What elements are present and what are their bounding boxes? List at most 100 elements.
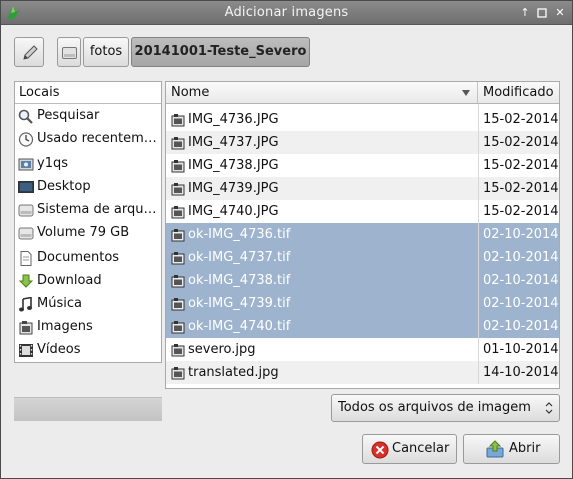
sidebar-item-label: Pesquisar bbox=[37, 108, 100, 123]
file-type-filter-select[interactable]: Todos os arquivos de imagem bbox=[331, 394, 560, 422]
home-folder-icon bbox=[18, 158, 34, 171]
file-modified-date: 15-02-2014 bbox=[483, 158, 559, 173]
file-name: translated.jpg bbox=[188, 365, 279, 380]
column-separator bbox=[478, 177, 479, 200]
table-row[interactable]: severo.jpg 01-10-2014 bbox=[166, 338, 559, 361]
window-title: Adicionar imagens bbox=[224, 5, 349, 20]
desktop-icon bbox=[18, 181, 34, 193]
column-separator bbox=[478, 131, 479, 154]
column-header-modified[interactable]: Modificado bbox=[478, 82, 559, 104]
keep-above-icon[interactable]: ↑ bbox=[519, 6, 531, 19]
updown-arrow-icon bbox=[545, 402, 553, 414]
video-icon bbox=[19, 344, 33, 357]
sidebar-item-imagens[interactable]: Imagens bbox=[15, 316, 161, 339]
table-row[interactable]: IMG_4738.JPG 15-02-2014 bbox=[166, 154, 559, 177]
file-modified-date: 15-02-2014 bbox=[483, 112, 559, 127]
sidebar-item-label: Vídeos bbox=[37, 342, 81, 357]
table-row[interactable]: IMG_4740.JPG 15-02-2014 bbox=[166, 200, 559, 223]
file-modified-date: 01-10-2014 bbox=[483, 342, 559, 357]
cancel-icon bbox=[371, 441, 389, 459]
sidebar-item-desktop[interactable]: Desktop bbox=[15, 176, 161, 199]
table-row[interactable]: IMG_4739.JPG 15-02-2014 bbox=[166, 177, 559, 200]
image-file-icon bbox=[171, 229, 185, 242]
file-modified-date: 15-02-2014 bbox=[483, 204, 559, 219]
image-icon bbox=[19, 321, 33, 335]
path-root-button[interactable] bbox=[57, 37, 81, 67]
image-file-icon bbox=[171, 321, 185, 334]
sidebar-item-label: Sistema de arqu… bbox=[37, 202, 157, 217]
path-segment-current[interactable]: 20141001-Teste_Severo bbox=[131, 37, 310, 67]
music-icon bbox=[19, 297, 32, 312]
sidebar-item-download[interactable]: Download bbox=[15, 270, 161, 293]
column-separator bbox=[478, 269, 479, 292]
document-icon bbox=[20, 251, 32, 266]
image-file-icon bbox=[171, 252, 185, 265]
open-icon bbox=[486, 440, 504, 458]
places-header[interactable]: Locais bbox=[15, 82, 161, 104]
sidebar-item-documentos[interactable]: Documentos bbox=[15, 247, 161, 270]
sidebar-item-recent[interactable]: Usado recentem… bbox=[15, 128, 161, 151]
pencil-icon bbox=[23, 45, 38, 60]
sidebar-item-pesquisar[interactable]: Pesquisar bbox=[15, 105, 161, 128]
download-icon bbox=[18, 274, 34, 288]
sidebar-item-volume[interactable]: Volume 79 GB bbox=[15, 222, 161, 245]
sidebar-item-label: Volume 79 GB bbox=[37, 225, 130, 240]
sidebar-item-label: Usado recentem… bbox=[37, 131, 157, 146]
harddisk-icon bbox=[18, 227, 34, 240]
table-row[interactable]: ok-IMG_4737.tif 02-10-2014 bbox=[166, 246, 559, 269]
table-row[interactable]: IMG_4736.JPG 15-02-2014 bbox=[166, 108, 559, 131]
image-file-icon bbox=[171, 298, 185, 311]
image-file-icon bbox=[171, 183, 185, 196]
sidebar-item-label: Desktop bbox=[37, 179, 91, 194]
maximize-icon[interactable] bbox=[536, 6, 548, 19]
edit-location-button[interactable] bbox=[14, 37, 44, 67]
open-label: Abrir bbox=[509, 441, 541, 456]
file-name: IMG_4736.JPG bbox=[188, 112, 279, 127]
column-separator bbox=[478, 108, 479, 131]
sidebar-item-videos[interactable]: Vídeos bbox=[15, 339, 161, 362]
file-name: IMG_4739.JPG bbox=[188, 181, 279, 196]
file-modified-date: 02-10-2014 bbox=[483, 296, 559, 311]
cancel-label: Cancelar bbox=[392, 441, 450, 456]
sidebar-item-label: Música bbox=[37, 296, 82, 311]
sidebar-item-home[interactable]: y1qs bbox=[15, 153, 161, 176]
image-file-icon bbox=[171, 275, 185, 288]
column-separator bbox=[478, 154, 479, 177]
sidebar-item-filesystem[interactable]: Sistema de arqu… bbox=[15, 199, 161, 222]
sidebar-item-label: y1qs bbox=[37, 156, 68, 171]
table-row[interactable]: IMG_4737.JPG 15-02-2014 bbox=[166, 131, 559, 154]
path-segment-fotos[interactable]: fotos bbox=[83, 37, 129, 67]
close-icon[interactable]: ✕ bbox=[554, 6, 566, 19]
column-separator bbox=[478, 223, 479, 246]
file-modified-date: 15-02-2014 bbox=[483, 135, 559, 150]
titlebar[interactable]: Adicionar imagens ↑ ✕ bbox=[1, 1, 572, 25]
column-separator bbox=[478, 246, 479, 269]
table-row[interactable]: ok-IMG_4739.tif 02-10-2014 bbox=[166, 292, 559, 315]
sort-descending-icon bbox=[462, 90, 470, 96]
cancel-button[interactable]: Cancelar bbox=[362, 434, 457, 464]
places-add-remove-bar[interactable] bbox=[14, 397, 162, 421]
open-button[interactable]: Abrir bbox=[463, 434, 560, 464]
column-separator bbox=[478, 361, 479, 384]
column-name-label: Nome bbox=[171, 85, 210, 100]
file-name: ok-IMG_4739.tif bbox=[188, 296, 291, 311]
column-separator bbox=[478, 338, 479, 361]
table-row[interactable]: ok-IMG_4738.tif 02-10-2014 bbox=[166, 269, 559, 292]
table-row[interactable]: translated.jpg 14-10-2014 bbox=[166, 361, 559, 384]
file-modified-date: 02-10-2014 bbox=[483, 227, 559, 242]
file-name: IMG_4737.JPG bbox=[188, 135, 279, 150]
places-sidebar: Locais Pesquisar Usado recentem… y1qs De… bbox=[14, 81, 162, 363]
file-list[interactable]: Nome Modificado IMG_4736.JPG 15-02-2014 IM… bbox=[165, 81, 560, 389]
table-row[interactable]: ok-IMG_4740.tif 02-10-2014 bbox=[166, 315, 559, 338]
image-file-icon bbox=[171, 160, 185, 173]
harddisk-icon bbox=[62, 47, 77, 59]
search-icon bbox=[18, 109, 33, 124]
file-name: ok-IMG_4740.tif bbox=[188, 319, 291, 334]
column-header-name[interactable]: Nome bbox=[166, 82, 478, 104]
sidebar-item-label: Documentos bbox=[37, 250, 120, 265]
table-row[interactable]: ok-IMG_4736.tif 02-10-2014 bbox=[166, 223, 559, 246]
file-modified-date: 02-10-2014 bbox=[483, 273, 559, 288]
sidebar-item-musica[interactable]: Música bbox=[15, 293, 161, 316]
file-modified-date: 15-02-2014 bbox=[483, 181, 559, 196]
image-file-icon bbox=[171, 137, 185, 150]
